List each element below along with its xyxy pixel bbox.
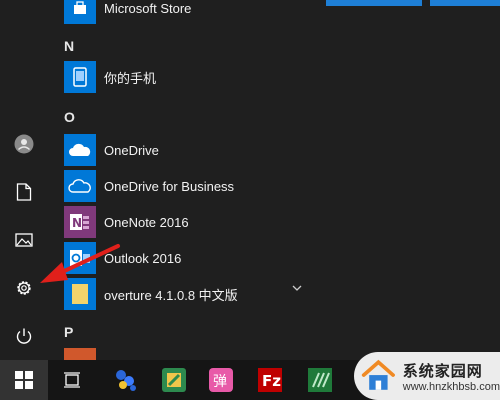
documents-icon [16,183,32,201]
onedrive-business-cloud-icon [64,170,96,202]
app-icon-1 [116,370,136,391]
windows-logo-icon [15,371,33,389]
task-view-button[interactable] [58,366,86,394]
group-header-p[interactable]: P [64,324,73,340]
app-label: Outlook 2016 [104,250,182,266]
onedrive-cloud-icon [64,134,96,166]
phone-icon [64,61,96,93]
start-menu-rail [0,0,48,360]
app-label: OneDrive [104,142,159,158]
user-account-button[interactable] [0,122,48,166]
svg-text:弹: 弹 [213,374,227,390]
svg-text:N: N [72,216,82,230]
pictures-button[interactable] [0,218,48,262]
chevron-down-icon[interactable] [292,285,302,291]
folder-overture[interactable]: overture 4.1.0.8 中文版 [48,276,318,312]
taskbar-app-3[interactable] [306,366,334,394]
onenote-icon: N [64,206,96,238]
user-icon [14,134,34,154]
folder-icon [64,278,96,310]
watermark-url: www.hnzkhbsb.com [402,380,500,393]
task-view-icon [64,372,80,388]
app-label: overture 4.1.0.8 中文版 [104,287,238,303]
app-partial[interactable] [48,348,318,360]
group-header-n[interactable]: N [64,38,74,54]
power-icon [16,328,32,344]
app-your-phone[interactable]: 你的手机 [48,59,318,95]
settings-icon [17,281,31,295]
app-label: Microsoft Store [104,0,192,16]
app-icon-3 [308,368,332,392]
taskbar-app-1[interactable] [112,366,140,394]
taskbar-filezilla[interactable]: Fz [256,366,284,394]
microsoft-store-icon [64,0,96,24]
outlook-icon [64,242,96,274]
app-icon [64,348,96,360]
app-label: OneNote 2016 [104,214,189,230]
pictures-icon [15,233,33,247]
site-watermark: 系统家园网 www.hnzkhbsb.com [354,352,500,400]
group-header-o[interactable]: O [64,109,75,125]
app-list: Microsoft Store N 你的手机 O OneDrive OneDri… [48,0,318,360]
app-onenote[interactable]: N OneNote 2016 [48,204,318,240]
danmaku-app-icon: 弹 [209,368,233,392]
taskbar-danmaku-app[interactable]: 弹 [207,366,235,394]
power-button[interactable] [0,314,48,358]
app-icon-2 [162,368,186,392]
pinned-tile[interactable] [326,0,422,6]
app-label: 你的手机 [104,70,157,86]
start-button[interactable] [0,360,48,400]
house-logo-icon [361,359,395,390]
settings-button[interactable] [0,266,48,310]
app-label: OneDrive for Business [104,178,235,194]
app-microsoft-store[interactable]: Microsoft Store [48,0,318,26]
svg-text:Fz: Fz [262,372,281,390]
documents-button[interactable] [0,170,48,214]
watermark-site-name: 系统家园网 [402,362,483,380]
app-onedrive[interactable]: OneDrive [48,132,318,168]
pinned-tile[interactable] [430,0,500,6]
filezilla-icon: Fz [258,368,282,392]
app-outlook[interactable]: Outlook 2016 [48,240,318,276]
app-onedrive-business[interactable]: OneDrive for Business [48,168,318,204]
taskbar-app-2[interactable] [160,366,188,394]
